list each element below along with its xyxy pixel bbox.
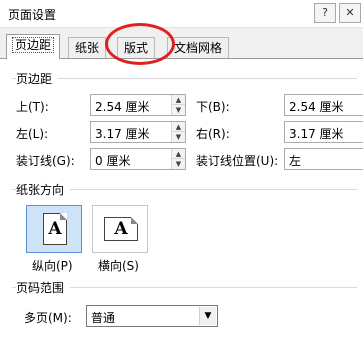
top-margin-value: 2.54 厘米 [95,100,150,114]
left-margin-label: 左(L): [16,127,49,141]
tab-paper-label: 纸张 [75,41,100,55]
multiple-pages-value: 普通 [91,311,116,325]
margins-section-title: 页边距 [16,70,59,87]
spin-up-icon[interactable]: ▲ [172,122,185,132]
gutter-position-label: 装订线位置(U): [196,154,279,168]
left-margin-value: 3.17 厘米 [95,127,150,141]
bottom-margin-label: 下(B): [196,100,230,114]
spin-down-icon[interactable]: ▼ [172,105,185,115]
landscape-option[interactable]: A [92,205,148,253]
right-margin-stepper[interactable]: 3.17 厘米 [284,121,363,143]
portrait-option[interactable]: A [26,205,82,253]
tab-margins[interactable]: 页边距 [6,34,61,59]
spin-down-icon[interactable]: ▼ [172,132,185,142]
gutter-value: 0 厘米 [95,154,131,168]
spin-up-icon[interactable]: ▲ [172,95,185,105]
margins-pane: 页边距 上(T): 2.54 厘米 ▲ ▼ 下(B): 2.54 厘米 左(L)… [0,58,363,339]
gutter-stepper[interactable]: 0 厘米 ▲ ▼ [90,148,186,170]
right-margin-value: 3.17 厘米 [289,127,344,141]
dialog-titlebar: 页面设置 ? ✕ [0,0,363,28]
left-margin-stepper[interactable]: 3.17 厘米 ▲ ▼ [90,121,186,143]
margins-section-divider [12,78,357,79]
orientation-section-title: 纸张方向 [16,181,71,198]
gutter-position-select[interactable]: 左 [284,148,363,170]
highlight-circle [105,23,175,65]
tab-document-grid[interactable]: 文档网格 [167,37,230,58]
multiple-pages-label: 多页(M): [24,311,72,325]
chevron-down-icon[interactable]: ▼ [199,307,216,325]
tab-strip: 页边距 纸张 版式 文档网格 [0,28,363,59]
bottom-margin-stepper[interactable]: 2.54 厘米 [284,94,363,116]
help-button[interactable]: ? [314,3,336,23]
tab-paper[interactable]: 纸张 [68,37,107,58]
gutter-spin-buttons: ▲ ▼ [171,149,185,169]
portrait-label[interactable]: 纵向(P) [32,257,73,274]
page-fold-corner [60,213,67,220]
landscape-page-icon: A [104,217,138,241]
portrait-page-glyph: A [48,219,62,239]
top-margin-spin-buttons: ▲ ▼ [171,95,185,115]
right-margin-label: 右(R): [196,127,230,141]
landscape-page-glyph: A [114,219,128,239]
left-margin-spin-buttons: ▲ ▼ [171,122,185,142]
close-button[interactable]: ✕ [339,3,361,23]
top-margin-label: 上(T): [16,100,49,114]
gutter-position-value: 左 [289,154,302,168]
pages-section-title: 页码范围 [16,279,71,296]
spin-down-icon[interactable]: ▼ [172,159,185,169]
page-fold-corner [131,217,138,224]
tab-margins-label: 页边距 [11,37,55,53]
portrait-page-icon: A [43,213,67,245]
multiple-pages-select[interactable]: 普通 ▼ [86,305,218,327]
top-margin-stepper[interactable]: 2.54 厘米 ▲ ▼ [90,94,186,116]
spin-up-icon[interactable]: ▲ [172,149,185,159]
tab-document-grid-label: 文档网格 [174,41,223,55]
dialog-title: 页面设置 [8,8,57,22]
landscape-label[interactable]: 横向(S) [98,257,139,274]
gutter-label: 装订线(G): [16,154,75,168]
bottom-margin-value: 2.54 厘米 [289,100,344,114]
